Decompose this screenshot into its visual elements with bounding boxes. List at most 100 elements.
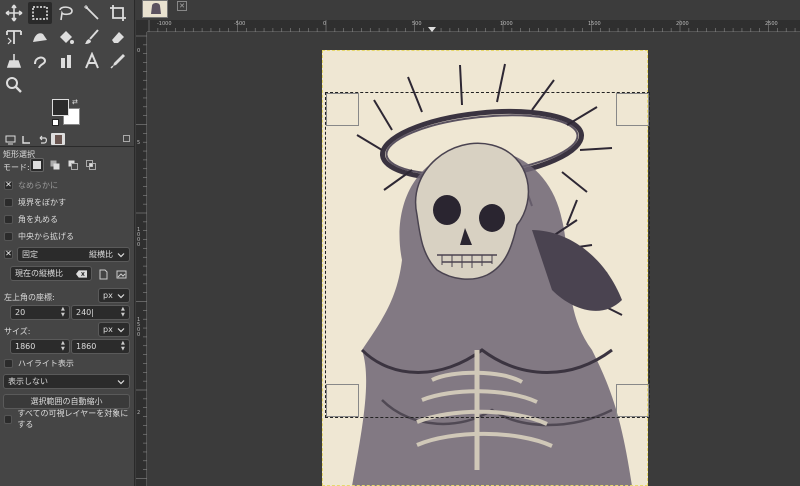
size-height-stepper[interactable]: ▲ ▼ <box>121 341 127 352</box>
antialias-option[interactable]: ✕ なめらかに <box>4 179 58 191</box>
clear-icon[interactable] <box>76 269 87 278</box>
chevron-down-icon <box>117 252 125 257</box>
fuzzy-select-tool-icon[interactable] <box>80 2 104 24</box>
position-x-value: 20 <box>15 308 26 317</box>
fixed-label: 固定 <box>22 250 38 259</box>
selection-handle-top-right[interactable] <box>616 93 649 126</box>
undo-history-tab-icon[interactable] <box>35 133 49 145</box>
sample-merged-label: すべての可視レイヤーを対象にする <box>17 409 129 429</box>
feather-checkbox[interactable] <box>4 197 13 207</box>
swap-colors-icon[interactable]: ⇄ <box>72 98 80 106</box>
selection-handle-bottom-right[interactable] <box>616 384 649 417</box>
antialias-checkbox[interactable]: ✕ <box>4 180 13 190</box>
default-colors-icon[interactable] <box>52 119 59 126</box>
position-label: 左上角の座標: <box>4 293 55 302</box>
color-picker-tool-icon[interactable] <box>106 50 130 72</box>
paintbrush-tool-icon[interactable] <box>80 26 104 48</box>
eraser-tool-icon[interactable] <box>106 26 130 48</box>
warp-transform-tool-icon[interactable] <box>28 26 52 48</box>
horizontal-ruler[interactable]: -1000 -500 0 500 1000 1500 2000 2500 <box>147 20 800 32</box>
text-tool-icon[interactable] <box>80 50 104 72</box>
selection-handle-bottom-left[interactable] <box>326 384 359 417</box>
fixed-option-value: 縦横比 <box>89 250 113 259</box>
ruler-label: 1500 <box>588 21 601 27</box>
ruler-corner[interactable] <box>136 20 147 32</box>
position-unit-value: px <box>103 291 113 300</box>
size-height-input[interactable]: 1860 ▲ ▼ <box>71 339 130 354</box>
expand-from-center-option[interactable]: 中央から拡げる <box>4 230 74 242</box>
images-tab-icon[interactable] <box>51 133 65 145</box>
position-unit-dropdown[interactable]: px <box>98 288 130 303</box>
mode-add-icon[interactable] <box>48 158 62 172</box>
vertical-ruler-ticks <box>136 35 147 479</box>
bucket-fill-tool-icon[interactable] <box>54 26 78 48</box>
move-tool-icon[interactable] <box>2 2 26 24</box>
highlight-checkbox[interactable] <box>4 358 13 368</box>
free-select-tool-icon[interactable] <box>54 2 78 24</box>
mode-intersect-icon[interactable] <box>84 158 98 172</box>
smudge-tool-icon[interactable] <box>28 50 52 72</box>
pointer-marker-icon <box>428 27 436 32</box>
highlight-option[interactable]: ハイライト表示 <box>4 357 74 369</box>
unified-transform-tool-icon[interactable] <box>2 26 26 48</box>
position-y-value: 240| <box>76 308 94 317</box>
fixed-option[interactable]: ✕ <box>4 248 13 260</box>
position-x-input[interactable]: 20 ▲ ▼ <box>10 305 70 320</box>
auto-shrink-button[interactable]: 選択範囲の自動縮小 <box>3 394 130 409</box>
rectangle-selection[interactable] <box>325 92 650 418</box>
rounded-corners-label: 角を丸める <box>18 214 58 224</box>
canvas-area[interactable] <box>148 33 800 486</box>
fixed-checkbox[interactable]: ✕ <box>4 249 13 259</box>
feather-option[interactable]: 境界をぼかす <box>4 196 66 208</box>
feather-label: 境界をぼかす <box>18 197 66 207</box>
ruler-label: -1000 <box>157 21 172 27</box>
image-tab-strip: ✕ <box>136 0 800 20</box>
selection-handle-top-left[interactable] <box>326 93 359 126</box>
size-height-value: 1860 <box>76 342 97 351</box>
zoom-tool-icon[interactable] <box>2 74 26 96</box>
ruler-label: 2500 <box>765 21 778 27</box>
toolbox-panel: ⇄ 矩形選択 モード: ✕ なめらかに 境界をぼかす 角を丸める 中央から拡げる… <box>0 0 135 486</box>
image-thumbnail-tab[interactable] <box>142 0 168 18</box>
vertical-ruler[interactable]: 0 5 1 0 0 0 1 5 0 0 2 <box>136 32 147 486</box>
dock-menu-icon[interactable] <box>123 135 130 142</box>
paths-tool-icon[interactable] <box>54 50 78 72</box>
chevron-down-icon <box>117 379 125 384</box>
ruler-label: 500 <box>412 21 422 27</box>
antialias-label: なめらかに <box>18 180 58 190</box>
ratio-value: 現在の縦横比 <box>15 269 63 278</box>
mode-replace-icon[interactable] <box>30 158 44 172</box>
fixed-dropdown[interactable]: 固定 縦横比 <box>17 247 130 262</box>
guides-dropdown[interactable]: 表示しない <box>3 374 130 389</box>
mode-subtract-icon[interactable] <box>66 158 80 172</box>
position-y-stepper[interactable]: ▲ ▼ <box>121 307 127 318</box>
tool-options-tab-icon[interactable] <box>3 133 17 145</box>
sample-merged-checkbox[interactable] <box>4 414 13 424</box>
crop-tool-icon[interactable] <box>106 2 130 24</box>
size-unit-dropdown[interactable]: px <box>98 322 130 337</box>
ruler-label: 0 <box>137 48 141 54</box>
dock-tab-bar <box>0 131 135 147</box>
foreground-color-swatch[interactable] <box>52 99 69 116</box>
position-y-input[interactable]: 240| ▲ ▼ <box>71 305 130 320</box>
position-x-stepper[interactable]: ▲ ▼ <box>61 307 67 318</box>
rounded-corners-checkbox[interactable] <box>4 214 13 224</box>
highlight-label: ハイライト表示 <box>18 358 74 368</box>
device-status-tab-icon[interactable] <box>19 133 33 145</box>
size-width-value: 1860 <box>15 342 36 351</box>
mode-label: モード: <box>3 163 30 172</box>
size-width-input[interactable]: 1860 ▲ ▼ <box>10 339 70 354</box>
ruler-label: -500 <box>234 21 246 27</box>
rect-select-tool-icon[interactable] <box>28 2 52 24</box>
chevron-down-icon <box>117 327 125 332</box>
ruler-label: 2 <box>137 410 141 416</box>
close-tab-icon[interactable]: ✕ <box>177 1 187 11</box>
expand-from-center-checkbox[interactable] <box>4 231 13 241</box>
rounded-corners-option[interactable]: 角を丸める <box>4 213 58 225</box>
clone-tool-icon[interactable] <box>2 50 26 72</box>
sample-merged-option[interactable]: すべての可視レイヤーを対象にする <box>4 409 134 429</box>
landscape-icon[interactable] <box>114 267 128 281</box>
portrait-icon[interactable] <box>96 267 110 281</box>
ratio-input[interactable]: 現在の縦横比 <box>10 266 92 281</box>
size-width-stepper[interactable]: ▲ ▼ <box>61 341 67 352</box>
